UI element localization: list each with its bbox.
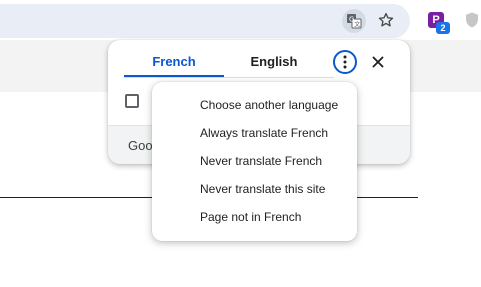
browser-window: G 文 P 2 French English Goo Choose anothe… — [0, 0, 481, 287]
translate-glyph-icon: G 文 — [347, 14, 362, 29]
bookmark-star-icon[interactable] — [375, 9, 397, 31]
always-translate-checkbox[interactable] — [125, 94, 139, 108]
menu-item-never-translate-language[interactable]: Never translate French — [152, 147, 357, 175]
shield-icon[interactable] — [463, 11, 481, 29]
browser-toolbar: G 文 P 2 — [0, 0, 481, 40]
tab-selected-indicator — [124, 75, 224, 77]
tab-english[interactable]: English — [224, 54, 324, 76]
menu-item-choose-language[interactable]: Choose another language — [152, 91, 357, 119]
more-options-button[interactable] — [333, 50, 357, 74]
extension-badge: 2 — [436, 22, 450, 34]
close-button[interactable] — [368, 52, 388, 72]
menu-item-always-translate[interactable]: Always translate French — [152, 119, 357, 147]
translate-icon[interactable]: G 文 — [342, 9, 366, 33]
footer-google-text: Goo — [128, 138, 153, 153]
close-icon — [372, 56, 384, 68]
menu-item-page-not-in-french[interactable]: Page not in French — [152, 203, 357, 231]
menu-item-never-translate-site[interactable]: Never translate this site — [152, 175, 357, 203]
tab-french[interactable]: French — [124, 54, 224, 76]
tab-divider — [124, 77, 334, 78]
svg-text:文: 文 — [354, 21, 360, 29]
three-dots-vertical-icon — [343, 55, 347, 69]
translate-options-menu: Choose another language Always translate… — [152, 82, 357, 241]
